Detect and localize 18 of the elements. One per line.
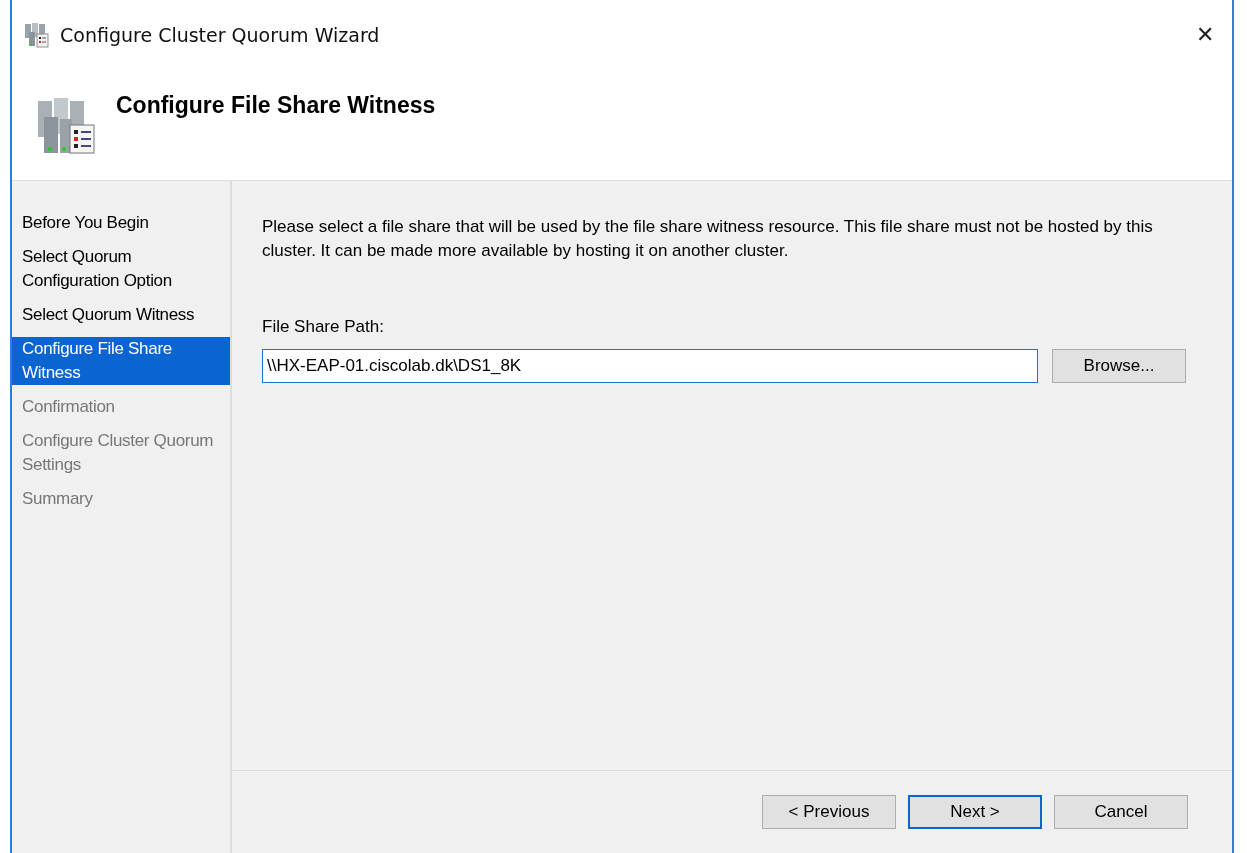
wizard-step: Confirmation — [12, 395, 230, 419]
window-title: Configure Cluster Quorum Wizard — [60, 24, 380, 46]
wizard-button[interactable]: < Previous — [762, 795, 896, 829]
field-label: File Share Path: — [262, 317, 384, 337]
wizard-step: Summary — [12, 487, 230, 511]
wizard-step: Configure Cluster Quorum Settings — [12, 429, 230, 477]
path-field[interactable]: \\HX-EAP-01.ciscolab.dk\DS1_8K — [262, 349, 1038, 383]
page-title: Configure File Share Witness — [116, 91, 436, 119]
browse-button[interactable]: Browse... — [1052, 349, 1186, 383]
description-text: Please select a file share that will be used by the file share witness resource. This file share must not be hosted by this cluster. It can be made more available by hosting it on another cluster. — [262, 216, 1154, 262]
wizard-step: Select Quorum Configuration Option — [12, 245, 230, 293]
close-button[interactable]: ✕ — [1182, 12, 1228, 58]
wizard-step: Before You Begin — [12, 211, 230, 235]
server-cluster-icon — [24, 22, 50, 48]
wizard-step: Select Quorum Witness — [12, 303, 230, 327]
wizard-step: Configure File Share Witness — [12, 337, 230, 385]
wizard-button[interactable]: Cancel — [1054, 795, 1188, 829]
wizard-button[interactable]: Next > — [908, 795, 1042, 829]
